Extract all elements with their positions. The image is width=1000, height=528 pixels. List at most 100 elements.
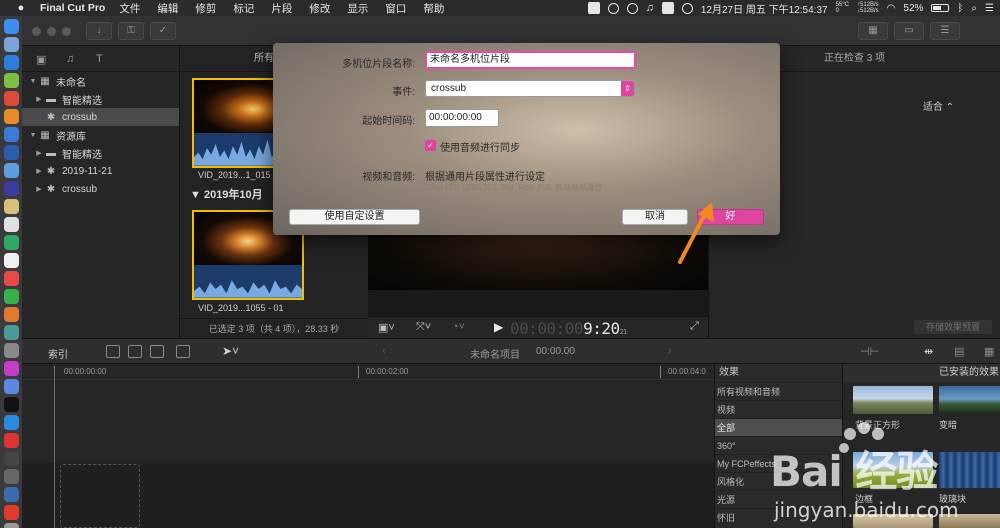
timeline-ruler[interactable]: 00:00:00:00 00:00:02:00 00:00:04:0 [22,364,714,380]
overwrite-clip-icon[interactable] [176,345,190,358]
android-icon[interactable] [3,73,19,88]
audio-skimming-icon[interactable]: ⊣⊢ [860,345,879,358]
app-icon[interactable] [3,343,19,358]
app-icon[interactable] [3,487,19,502]
effects-category[interactable]: 视频 [715,400,842,418]
back-icon[interactable]: ‹ [382,345,386,357]
apple-icon[interactable]: ● [14,2,28,14]
app-icon[interactable] [3,361,19,376]
use-custom-settings-button[interactable]: 使用自定设置 [289,209,420,225]
menu-window[interactable]: 窗口 [385,1,406,16]
disclosure-triangle-icon[interactable]: ▶ [34,185,44,193]
date-group-header[interactable]: ▼ 2019年10月 [190,186,263,202]
notification-icon[interactable]: ☰ [985,3,994,14]
notes-icon[interactable] [3,199,19,214]
app-icon[interactable] [3,433,19,448]
library-item[interactable]: ▼ ▦ 资源库 [22,126,179,144]
audio-sync-label[interactable]: 使用音频进行同步 [440,139,520,154]
menu-file[interactable]: 文件 [119,1,140,16]
app-icon[interactable] [3,127,19,142]
app-icon[interactable] [3,253,19,268]
photos-icon[interactable]: ♫ [66,53,80,65]
index-button[interactable]: 索引 [48,346,68,361]
append-clip-icon[interactable] [150,345,164,358]
menu-edit[interactable]: 编辑 [157,1,178,16]
display-icon[interactable] [661,2,674,14]
app-icon[interactable] [3,523,19,528]
effects-browser-icon[interactable]: ▦ [984,345,994,358]
wifi-icon[interactable]: ◠ [887,3,896,14]
forward-icon[interactable]: › [668,345,672,357]
play-icon[interactable]: ▶ [494,320,503,334]
playhead[interactable] [54,368,55,528]
effects-category[interactable]: 所有视频和音频 [715,382,842,400]
app-icon[interactable] [3,235,19,250]
view-options-icon[interactable]: ▣˅ [378,321,395,334]
zoom-window-button[interactable] [62,27,71,36]
library-item[interactable]: ▶ ▬ 智能精选 [22,90,179,108]
chevron-updown-icon[interactable]: ⇕ [621,81,634,96]
menu-app-name[interactable]: Final Cut Pro [40,2,105,14]
snapping-icon[interactable]: ⇹ [924,345,933,358]
sync-icon[interactable] [681,2,693,14]
library-item[interactable]: ▶ ✱ 2019-11-21 [22,162,179,180]
launchpad-icon[interactable] [3,37,19,52]
menu-clip[interactable]: 片段 [271,1,292,16]
menu-trim[interactable]: 修剪 [195,1,216,16]
music-icon[interactable]: ♫ [646,2,654,14]
yandex-icon[interactable] [3,505,19,520]
select-tool-icon[interactable]: ➤˅ [222,344,239,358]
clip-appearance-icon[interactable]: ▤ [954,345,964,358]
drop-clip-placeholder[interactable] [60,464,140,528]
multicam-name-field[interactable]: 未命名多机位片段 [425,51,636,69]
app-icon[interactable] [3,379,19,394]
globe-icon[interactable] [607,2,619,14]
battery-icon[interactable] [931,4,950,12]
speed-icon[interactable]: ◔˅ [452,321,465,333]
import-button[interactable]: ↓ [86,22,112,40]
libraries-icon[interactable]: ▣ [36,53,50,66]
background-tasks-button[interactable]: ✓ [150,22,176,40]
app-icon[interactable] [3,307,19,322]
spotlight-icon[interactable]: ⌕ [971,3,977,14]
app-icon[interactable] [3,415,19,430]
fullscreen-icon[interactable]: ⤢ [690,320,699,333]
menu-view[interactable]: 显示 [347,1,368,16]
zoom-fit-dropdown[interactable]: 适合 ⌃ [923,98,954,113]
disclosure-triangle-icon[interactable]: ▶ [34,95,44,103]
transform-icon[interactable]: ⤧˅ [416,321,431,334]
menu-mark[interactable]: 标记 [233,1,254,16]
app-icon[interactable] [3,271,19,286]
app-icon[interactable] [3,469,19,484]
close-window-button[interactable] [32,27,41,36]
minimize-window-button[interactable] [47,27,56,36]
effect-thumbnail[interactable] [939,386,1000,414]
timeline-toggle-button[interactable]: ▭ [894,22,924,40]
finder-icon[interactable] [3,19,19,34]
library-item[interactable]: ▶ ▬ 智能精选 [22,144,179,162]
insert-clip-icon[interactable] [128,345,142,358]
datetime[interactable]: 12月27日 周五 下午12:54:37 [701,1,828,16]
disclosure-triangle-icon[interactable]: ▼ [28,78,38,85]
upload-icon[interactable] [626,2,638,14]
connect-clip-icon[interactable] [106,345,120,358]
app-icon[interactable] [3,163,19,178]
wechat-icon[interactable] [3,289,19,304]
app-icon[interactable] [3,181,19,196]
bluetooth-icon[interactable]: ᛒ [957,3,963,14]
app-icon[interactable] [3,145,19,160]
audio-sync-checkbox[interactable]: ✓ [425,140,436,151]
menu-help[interactable]: 帮助 [423,1,444,16]
safari-icon[interactable] [3,55,19,70]
event-select[interactable]: crossub ⇕ [425,80,635,97]
inspector-toggle-button[interactable]: ☰ [930,22,960,40]
start-timecode-field[interactable]: 00:00:00:00 [425,109,499,127]
disclosure-triangle-icon[interactable]: ▼ [28,132,38,139]
menu-modify[interactable]: 修改 [309,1,330,16]
app-icon[interactable] [3,217,19,232]
library-item[interactable]: ✱ crossub [22,108,179,126]
chrome-icon[interactable] [3,91,19,106]
library-item[interactable]: ▶ ✱ crossub [22,180,179,198]
browser-toggle-button[interactable]: ▦ [858,22,888,40]
save-effects-preset-button[interactable]: 存储效果预置 [914,320,992,334]
